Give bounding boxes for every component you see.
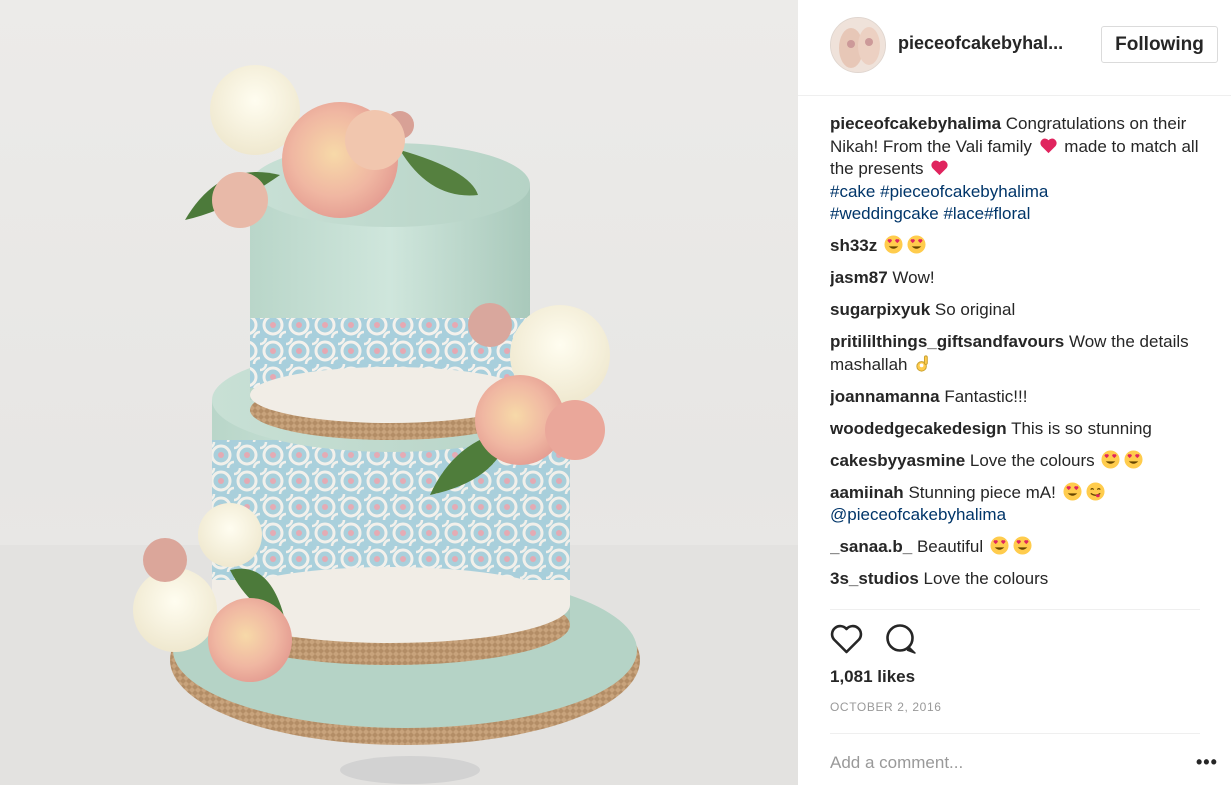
- more-options-icon[interactable]: •••: [1196, 752, 1218, 773]
- yum-emoji-icon: [1086, 481, 1105, 501]
- heart-eyes-emoji-icon: [1063, 481, 1082, 501]
- heart-eyes-emoji-icon: [1101, 449, 1120, 469]
- post-photo[interactable]: [0, 0, 798, 785]
- comment-item: aamiinah Stunning piece mA! @pieceofcake…: [830, 481, 1200, 527]
- comment-item: cakesbyyasmine Love the colours: [830, 449, 1200, 473]
- comment-text: This is so stunning: [1011, 418, 1152, 438]
- heart-eyes-emoji-icon: [1013, 536, 1032, 555]
- caption-username[interactable]: pieceofcakebyhalima: [830, 114, 1001, 133]
- comment-item: _sanaa.b_ Beautiful: [830, 536, 1200, 559]
- heart-eyes-emoji-icon: [907, 235, 926, 254]
- comment-text: Stunning piece mA!: [908, 482, 1056, 502]
- add-comment-input[interactable]: [830, 750, 1160, 776]
- comment-username[interactable]: sh33z: [830, 236, 877, 255]
- comment-item: 3s_studios Love the colours: [830, 568, 1200, 591]
- heart-eyes-emoji-icon: [1124, 449, 1143, 469]
- comment-username[interactable]: 3s_studios: [830, 569, 919, 588]
- following-button[interactable]: Following: [1101, 26, 1218, 63]
- heart-outline-icon[interactable]: [830, 624, 863, 659]
- post-details-panel: pieceofcakebyhal... Following pieceofcak…: [798, 0, 1231, 785]
- post-author-username[interactable]: pieceofcakebyhal...: [898, 33, 1078, 54]
- heart-eyes-emoji-icon: [990, 536, 1009, 555]
- comment-item: sugarpixyuk So original: [830, 299, 1200, 322]
- post-date[interactable]: OCTOBER 2, 2016: [830, 700, 942, 714]
- divider: [830, 609, 1200, 610]
- comment-text: So original: [934, 300, 1016, 319]
- hashtag[interactable]: #weddingcake: [830, 204, 939, 223]
- comment-item: jasm87 Wow!: [830, 267, 1200, 290]
- caption: pieceofcakebyhalima Congratulations on t…: [830, 113, 1200, 226]
- post-header: pieceofcakebyhal... Following: [798, 0, 1231, 96]
- divider: [830, 733, 1200, 734]
- speech-bubble-icon[interactable]: [884, 623, 918, 660]
- comment-text: Beautiful: [916, 537, 984, 556]
- comment-username[interactable]: _sanaa.b_: [830, 537, 912, 556]
- comment-mention[interactable]: @pieceofcakebyhalima: [830, 505, 1006, 524]
- comments-list[interactable]: pieceofcakebyhalima Congratulations on t…: [830, 113, 1200, 609]
- red-heart-icon: [931, 160, 948, 176]
- likes-count[interactable]: 1,081 likes: [830, 667, 915, 687]
- comment-username[interactable]: cakesbyyasmine: [830, 451, 965, 470]
- comment-item: sh33z: [830, 235, 1200, 258]
- comment-text: Fantastic!!!: [944, 386, 1028, 406]
- comment-username[interactable]: woodedgecakedesign: [830, 419, 1007, 438]
- hashtag[interactable]: #floral: [984, 204, 1030, 223]
- hashtag[interactable]: #cake: [830, 182, 875, 201]
- hashtag[interactable]: #lace: [943, 204, 984, 223]
- comment-username[interactable]: aamiinah: [830, 483, 904, 502]
- avatar[interactable]: [830, 17, 886, 73]
- avatar-image: [831, 18, 885, 72]
- comment-text: Wow!: [892, 268, 935, 287]
- heart-eyes-emoji-icon: [884, 235, 903, 254]
- comment-username[interactable]: joannamanna: [830, 387, 940, 406]
- comment-text: Love the colours: [923, 569, 1049, 588]
- scroll-fade: [830, 599, 1200, 609]
- comment-username[interactable]: pritililthings_giftsandfavours: [830, 332, 1064, 351]
- comment-item: pritililthings_giftsandfavours Wow the d…: [830, 331, 1200, 376]
- comment-username[interactable]: sugarpixyuk: [830, 300, 930, 319]
- ok-hand-emoji-icon: [916, 354, 929, 372]
- hashtag[interactable]: #pieceofcakebyhalima: [880, 182, 1048, 201]
- cake-image: [0, 65, 798, 785]
- comment-item: joannamanna Fantastic!!!: [830, 386, 1200, 409]
- comment-item: woodedgecakedesign This is so stunning: [830, 418, 1200, 441]
- red-heart-icon: [1039, 138, 1057, 153]
- comment-username[interactable]: jasm87: [830, 268, 888, 287]
- comment-text: Love the colours: [969, 450, 1095, 470]
